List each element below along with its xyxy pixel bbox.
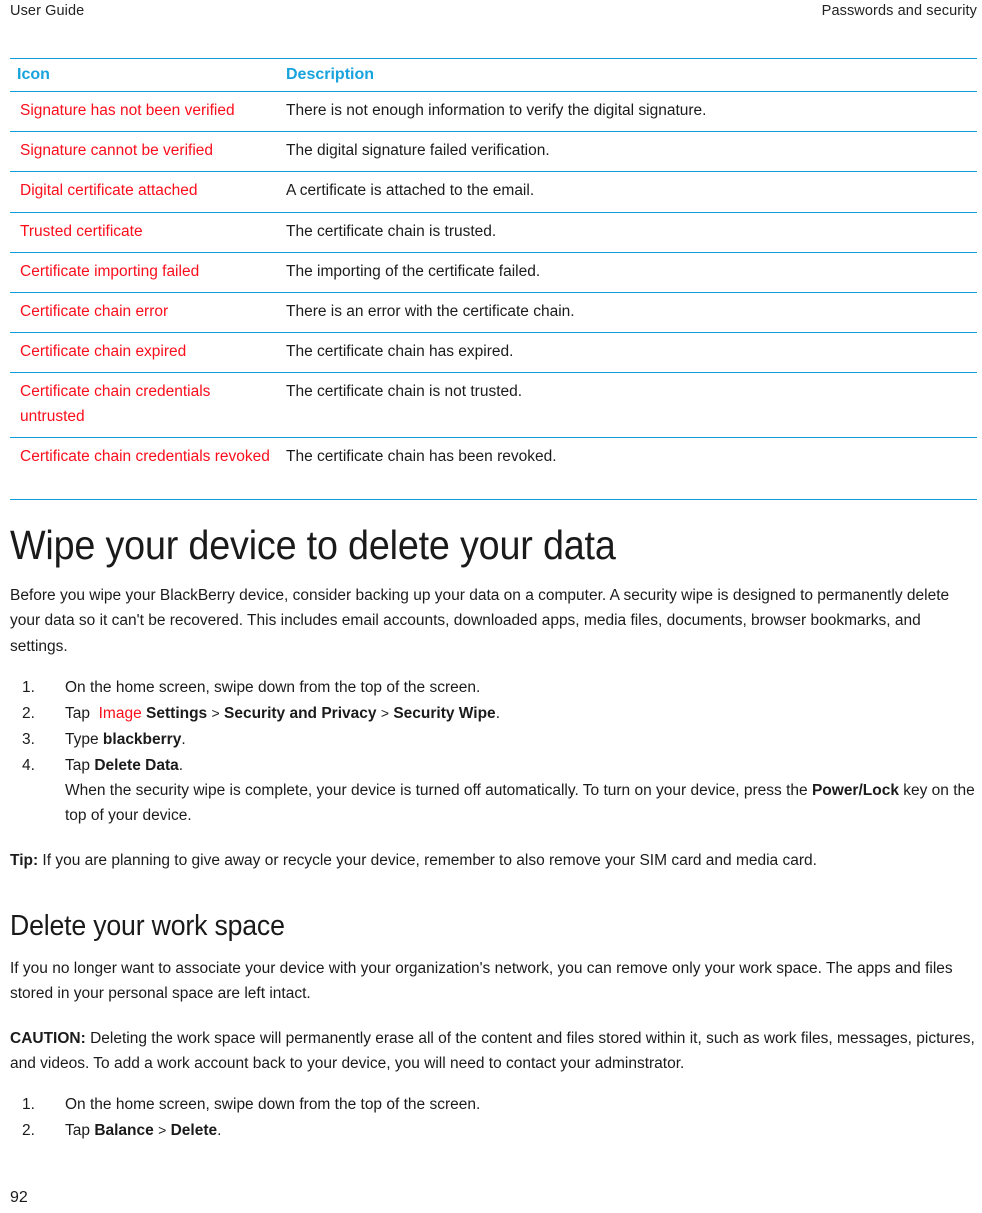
icon-label: Certificate chain expired (10, 332, 282, 373)
tip-label: Tip: (10, 852, 39, 870)
list-item: On the home screen, swipe down from the … (10, 1092, 977, 1117)
workspace-intro-paragraph: If you no longer want to associate your … (10, 959, 953, 1002)
section-title-wipe: Wipe your device to delete your data (10, 522, 616, 569)
icon-label: Certificate chain credentials revoked (10, 437, 282, 501)
page-number: 92 (10, 1189, 28, 1206)
step-verb: Tap (65, 1122, 90, 1140)
running-header-right: Passwords and security (821, 3, 977, 19)
tip-paragraph: Tip: If you are planning to give away or… (10, 848, 977, 873)
step-period: . (181, 730, 186, 748)
icon-label: Signature cannot be verified (10, 131, 282, 173)
step-period: . (217, 1122, 222, 1140)
menu-security-wipe: Security Wipe (393, 704, 496, 722)
icon-label: Trusted certificate (10, 212, 282, 253)
column-header-icon: Icon (10, 57, 282, 93)
caution-text: Deleting the work space will permanently… (10, 1030, 975, 1073)
step-note-before: When the security wipe is complete, your… (65, 782, 812, 800)
step-period: . (495, 704, 500, 722)
running-header-left: User Guide (10, 3, 85, 19)
table-row: Certificate chain error There is an erro… (10, 292, 977, 333)
icon-description-table: Icon Description Signature has not been … (10, 57, 977, 501)
page-content: Icon Description Signature has not been … (10, 57, 977, 1145)
table-row: Trusted certificate The certificate chai… (10, 212, 977, 253)
table-row: Certificate importing failed The importi… (10, 252, 977, 293)
running-header: User Guide Passwords and security (0, 0, 982, 28)
table-row: Signature cannot be verified The digital… (10, 131, 977, 173)
menu-settings: Settings (146, 704, 208, 722)
list-item: Tap Delete Data. When the security wipe … (10, 753, 977, 828)
table-row: Certificate chain expired The certificat… (10, 332, 977, 373)
step-period: . (178, 756, 184, 774)
icon-description: The certificate chain has expired. (282, 332, 977, 373)
icon-description: The certificate chain has been revoked. (282, 437, 977, 501)
icon-description: There is an error with the certificate c… (282, 292, 977, 333)
step-text: On the home screen, swipe down from the … (65, 678, 481, 696)
section-title-delete-work-space: Delete your work space (10, 910, 285, 943)
wipe-intro-paragraph: Before you wipe your BlackBerry device, … (10, 587, 950, 655)
list-item: On the home screen, swipe down from the … (10, 675, 977, 700)
icon-description: The digital signature failed verificatio… (282, 131, 977, 173)
menu-delete-data: Delete Data (94, 756, 179, 774)
icon-label: Certificate importing failed (10, 252, 282, 293)
document-page: User Guide Passwords and security Icon D… (0, 0, 982, 1213)
icon-description: The certificate chain is not trusted. (282, 372, 977, 439)
step-verb: Tap (65, 756, 90, 774)
caution-label: CAUTION: (10, 1030, 86, 1048)
menu-delete: Delete (170, 1122, 218, 1140)
icon-label: Signature has not been verified (10, 91, 282, 133)
breadcrumb-separator: > (158, 1122, 167, 1139)
step-verb: Tap (65, 704, 90, 722)
list-item: Tap Image Settings > Security and Privac… (10, 701, 977, 726)
icon-label: Certificate chain error (10, 292, 282, 333)
table-row: Digital certificate attached A certifica… (10, 171, 977, 213)
tip-text: If you are planning to give away or recy… (38, 852, 817, 870)
icon-label: Certificate chain credentials untrusted (10, 372, 282, 439)
table-row: Certificate chain credentials untrusted … (10, 372, 977, 439)
icon-description: The importing of the certificate failed. (282, 252, 977, 293)
power-lock-key: Power/Lock (811, 782, 899, 800)
step-note: When the security wipe is complete, your… (65, 778, 977, 828)
icon-label: Digital certificate attached (10, 171, 282, 213)
breadcrumb-separator: > (380, 704, 389, 721)
wipe-steps-list: On the home screen, swipe down from the … (10, 675, 977, 829)
workspace-steps-list: On the home screen, swipe down from the … (10, 1092, 977, 1143)
list-item: Tap Balance > Delete. (10, 1118, 977, 1143)
column-header-description: Description (282, 57, 977, 93)
list-item: Type blackberry. (10, 727, 977, 752)
menu-security-and-privacy: Security and Privacy (224, 704, 377, 722)
table-row: Certificate chain credentials revoked Th… (10, 437, 977, 501)
password-value: blackberry (102, 730, 182, 748)
icon-description: The certificate chain is trusted. (282, 212, 977, 253)
caution-paragraph: CAUTION: Deleting the work space will pe… (10, 1026, 977, 1076)
table-row: Signature has not been verified There is… (10, 91, 977, 133)
step-verb: Type (65, 730, 99, 748)
icon-description: A certificate is attached to the email. (282, 171, 977, 213)
menu-balance: Balance (94, 1122, 154, 1140)
image-placeholder: Image (98, 704, 142, 722)
table-header-row: Icon Description (10, 57, 977, 93)
icon-description: There is not enough information to verif… (282, 91, 977, 133)
breadcrumb-separator: > (211, 704, 220, 721)
step-text: On the home screen, swipe down from the … (65, 1096, 481, 1114)
